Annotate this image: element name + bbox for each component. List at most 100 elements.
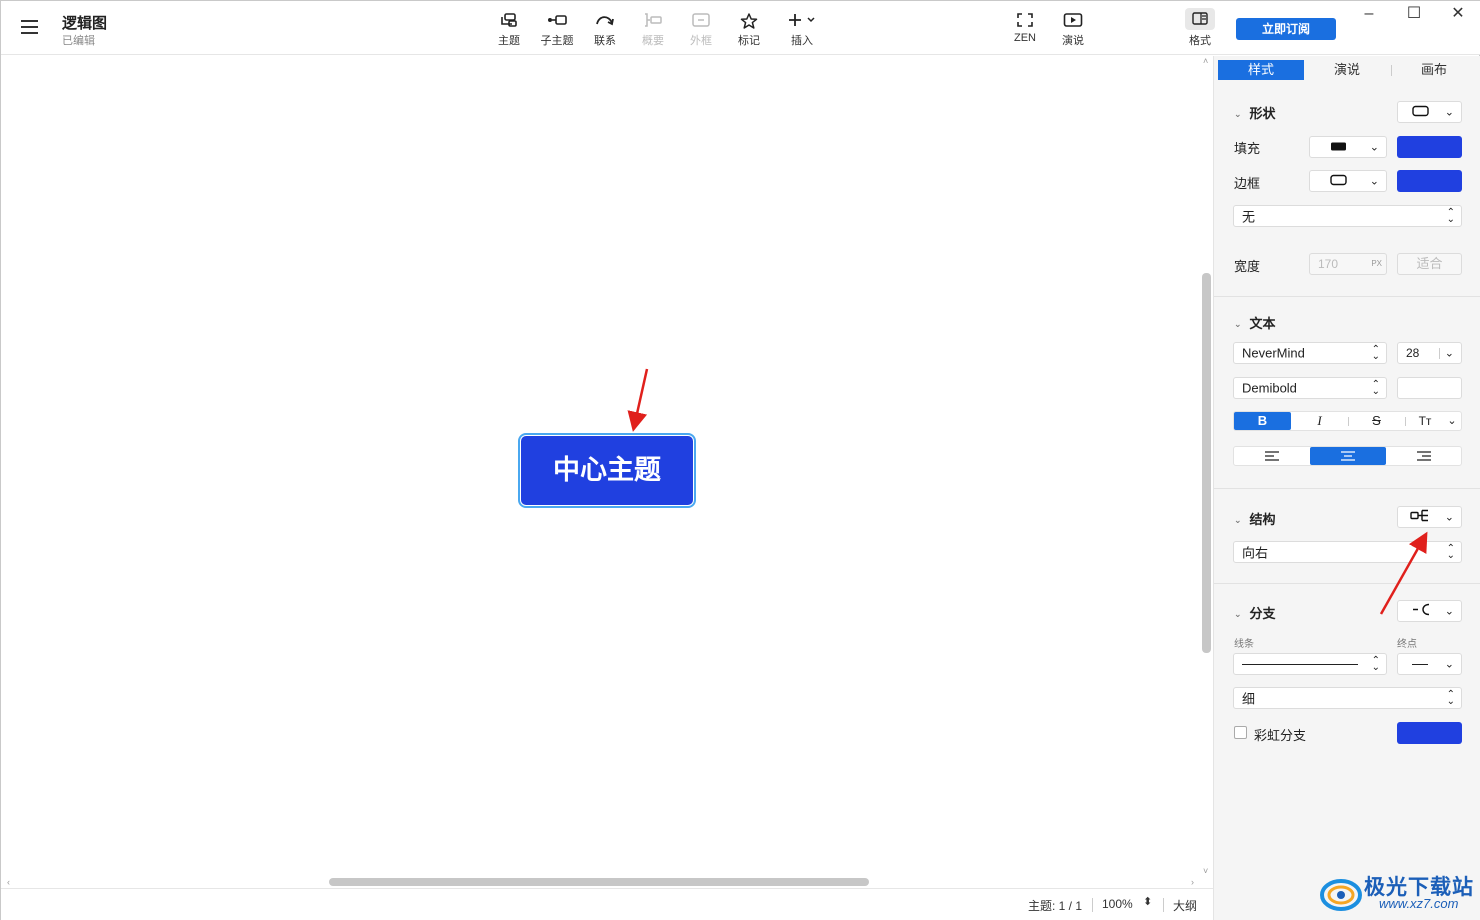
- text-color-swatch[interactable]: [1397, 377, 1462, 399]
- tab-canvas[interactable]: 画布: [1391, 60, 1477, 80]
- border-line-value: 无: [1242, 209, 1256, 225]
- summary-button[interactable]: 概要: [630, 9, 676, 49]
- topic-count: 主题: 1 / 1: [1028, 899, 1083, 913]
- fill-label: 填充: [1234, 141, 1261, 156]
- chevron-down-icon: ⌄: [1234, 109, 1242, 119]
- chevron-down-icon: ⌄: [1444, 106, 1454, 119]
- text-case-button[interactable]: Tт: [1405, 412, 1445, 430]
- horizontal-scroll-thumb[interactable]: [329, 878, 869, 886]
- subscribe-button[interactable]: 立即订阅: [1236, 18, 1336, 40]
- border-line-select[interactable]: 无 ⌃ ⌄: [1233, 205, 1462, 227]
- structure-direction-select[interactable]: 向右 ⌃ ⌄: [1233, 541, 1462, 563]
- scroll-right-icon[interactable]: ›: [1191, 877, 1194, 887]
- shape-select[interactable]: ⌄: [1397, 101, 1462, 123]
- fill-style-select[interactable]: ⌄: [1309, 136, 1387, 158]
- presentation-label: 演说: [1062, 35, 1084, 47]
- line-thickness-value: 细: [1242, 691, 1256, 707]
- insert-button[interactable]: 插入: [779, 9, 825, 49]
- updown-icon: ⌃ ⌄: [1371, 655, 1380, 673]
- boundary-button[interactable]: 外框: [678, 9, 724, 49]
- bold-button[interactable]: B: [1234, 412, 1291, 430]
- line-thickness-select[interactable]: 细 ⌃ ⌄: [1233, 687, 1462, 709]
- endpoint-select[interactable]: ⌄: [1397, 653, 1462, 675]
- insert-label: 插入: [791, 35, 813, 47]
- italic-button[interactable]: I: [1291, 412, 1348, 430]
- zoom-level[interactable]: 100%: [1102, 897, 1133, 911]
- maximize-icon[interactable]: ☐: [1404, 5, 1424, 23]
- scroll-down-icon[interactable]: ˅: [1203, 866, 1208, 876]
- format-panel: 样式 演说 画布 ⌄ 形状 ⌄ 填充 ⌄ 边框 ⌄ 无 ⌃ ⌄ 宽度 170 P…: [1213, 56, 1480, 920]
- presentation-button[interactable]: 演说: [1050, 9, 1096, 49]
- line-style-select[interactable]: ⌃ ⌄: [1233, 653, 1387, 675]
- summary-label: 概要: [642, 35, 664, 47]
- rainbow-branch-checkbox[interactable]: [1234, 726, 1247, 739]
- site-watermark: 极光下载站 www.xz7.com: [1319, 869, 1479, 917]
- marker-button[interactable]: 标记: [726, 9, 772, 49]
- minimize-icon[interactable]: –: [1359, 5, 1379, 23]
- tab-style[interactable]: 样式: [1218, 60, 1304, 80]
- font-size-select[interactable]: 28 ⌄: [1397, 342, 1462, 364]
- align-center-button[interactable]: [1310, 447, 1386, 465]
- border-color-swatch[interactable]: [1397, 170, 1462, 192]
- relationship-button[interactable]: 联系: [582, 9, 628, 49]
- branch-section-header[interactable]: ⌄ 分支: [1234, 603, 1276, 622]
- width-value: 170: [1318, 257, 1339, 271]
- section-divider: [1214, 583, 1480, 584]
- font-family-select[interactable]: NeverMind ⌃ ⌄: [1233, 342, 1387, 364]
- font-weight-select[interactable]: Demibold ⌃ ⌄: [1233, 377, 1387, 399]
- boundary-icon: [678, 9, 724, 31]
- structure-direction-value: 向右: [1242, 545, 1269, 561]
- fit-width-button[interactable]: 适合: [1397, 253, 1462, 275]
- shape-section-header[interactable]: ⌄ 形状: [1234, 103, 1276, 122]
- format-label: 格式: [1189, 35, 1211, 47]
- structure-section-header[interactable]: ⌄ 结构: [1234, 509, 1276, 528]
- text-align-group: [1233, 446, 1462, 466]
- logic-chart-icon: [1410, 509, 1430, 525]
- zen-button[interactable]: ZEN: [1002, 9, 1048, 49]
- text-section-title: 文本: [1249, 316, 1276, 331]
- panel-toggle-icon: [1185, 8, 1215, 30]
- endpoint-label: 终点: [1397, 639, 1417, 650]
- fill-color-swatch[interactable]: [1397, 136, 1462, 158]
- width-input[interactable]: 170 PX: [1309, 253, 1387, 275]
- align-left-icon: [1265, 451, 1279, 461]
- strikethrough-button[interactable]: S: [1348, 412, 1405, 430]
- scroll-left-icon[interactable]: ‹: [7, 877, 10, 887]
- align-left-button[interactable]: [1234, 447, 1310, 465]
- chevron-down-icon[interactable]: ⌄: [1443, 412, 1461, 430]
- outline-button[interactable]: 大纲: [1173, 897, 1197, 914]
- branch-color-swatch[interactable]: [1397, 722, 1462, 744]
- close-icon[interactable]: ✕: [1448, 5, 1468, 23]
- updown-icon: ⌃ ⌄: [1446, 207, 1455, 225]
- panel-tabs: 样式 演说 画布: [1218, 60, 1476, 80]
- structure-select[interactable]: ⌄: [1397, 506, 1462, 528]
- scroll-up-icon[interactable]: ˄: [1203, 56, 1208, 66]
- chevron-down-icon: ⌄: [1444, 658, 1454, 671]
- document-title[interactable]: 逻辑图: [62, 12, 107, 33]
- format-panel-button[interactable]: 格式: [1183, 8, 1217, 47]
- zoom-stepper-icon[interactable]: ⬍: [1143, 895, 1152, 908]
- align-center-icon: [1341, 451, 1355, 461]
- align-right-button[interactable]: [1386, 447, 1462, 465]
- central-topic-node[interactable]: 中心主题: [518, 433, 696, 508]
- line-sample: [1242, 664, 1358, 665]
- topic-button[interactable]: 主题: [486, 9, 532, 49]
- tab-presentation[interactable]: 演说: [1304, 60, 1390, 80]
- font-family-value: NeverMind: [1242, 345, 1305, 361]
- watermark-url: www.xz7.com: [1379, 896, 1459, 911]
- subtopic-button[interactable]: 子主题: [534, 9, 580, 49]
- chevron-down-icon: ⌄: [1444, 347, 1454, 360]
- border-style-select[interactable]: ⌄: [1309, 170, 1387, 192]
- text-section-header[interactable]: ⌄ 文本: [1234, 313, 1276, 332]
- endpoint-sample: [1412, 664, 1428, 665]
- status-divider: [1092, 898, 1093, 912]
- updown-icon: ⌃ ⌄: [1371, 344, 1380, 362]
- width-unit: PX: [1371, 259, 1382, 268]
- branch-style-select[interactable]: ⌄: [1397, 600, 1462, 622]
- rounded-rect-icon: [1330, 174, 1347, 189]
- marker-label: 标记: [738, 35, 760, 47]
- play-icon: [1050, 9, 1096, 31]
- branch-curve-icon: [1412, 603, 1430, 619]
- vertical-scroll-thumb[interactable]: [1202, 273, 1211, 653]
- menu-icon[interactable]: [21, 20, 38, 34]
